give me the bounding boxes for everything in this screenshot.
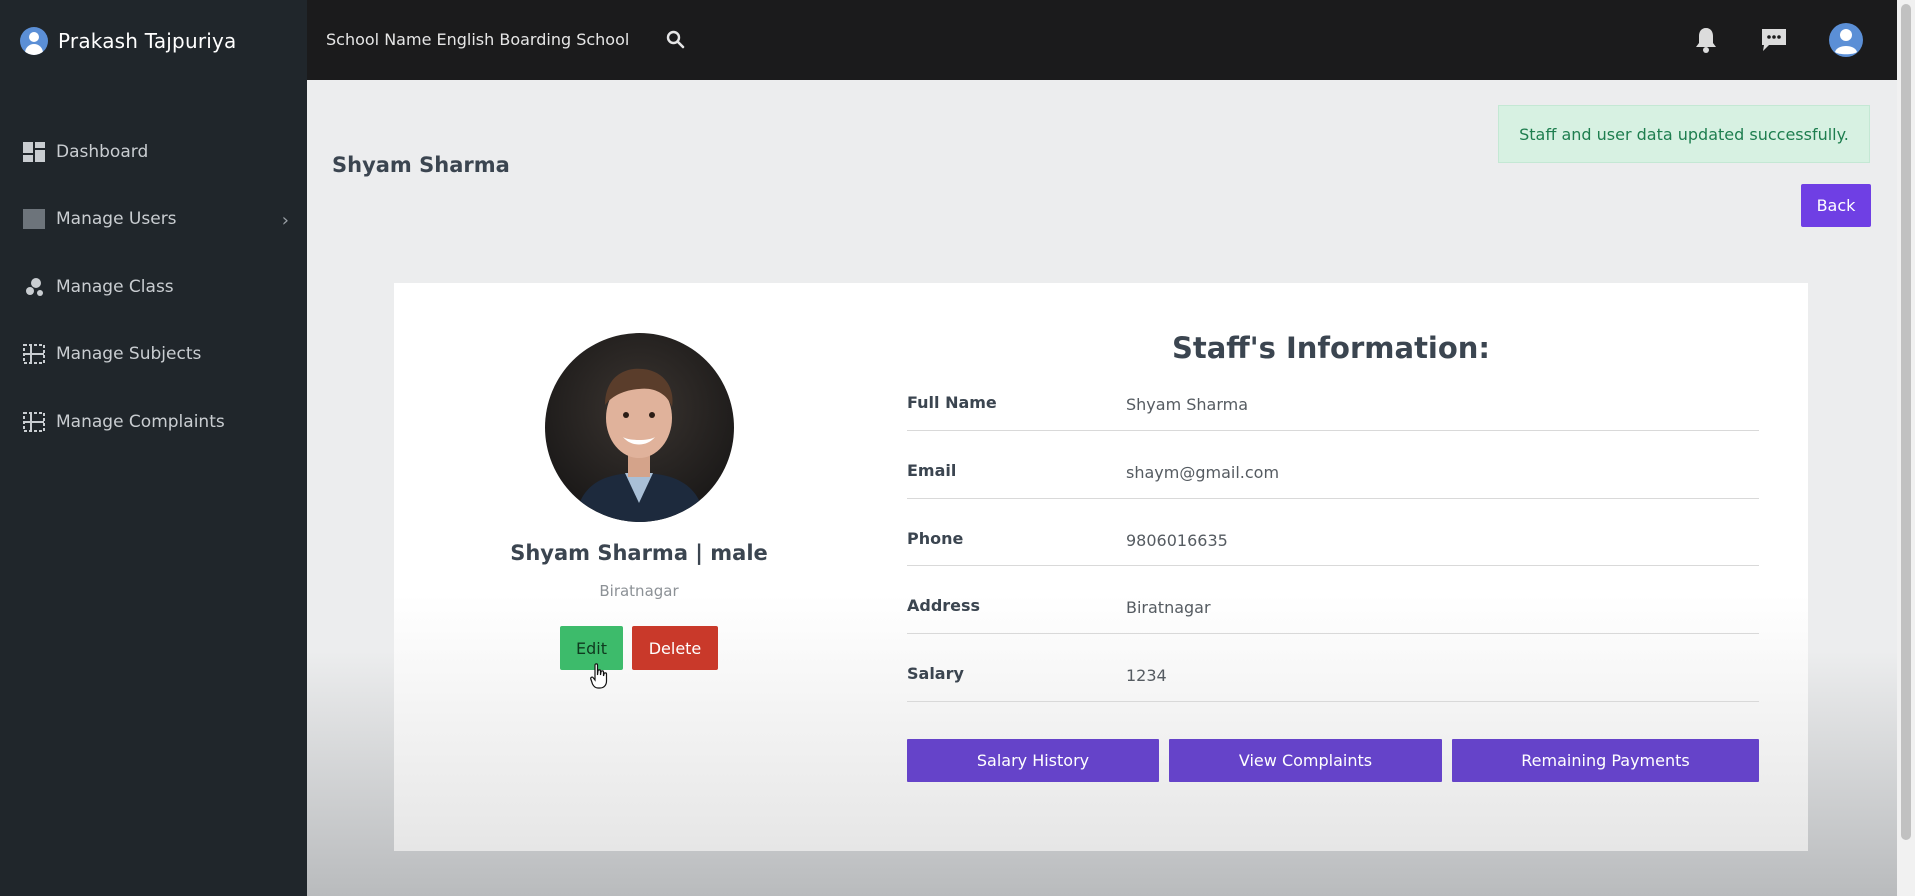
back-button[interactable]: Back	[1801, 184, 1871, 227]
profile-name: Shyam Sharma | male	[510, 541, 768, 565]
profile-location: Biratnagar	[599, 582, 679, 600]
search-icon[interactable]	[664, 28, 688, 52]
dashboard-icon	[22, 141, 46, 163]
message-icon[interactable]	[1758, 24, 1790, 56]
topbar: School Name English Boarding School	[307, 0, 1897, 80]
user-avatar-icon[interactable]	[1828, 22, 1864, 58]
class-icon	[22, 276, 46, 298]
hand-cursor-icon	[590, 663, 608, 689]
sidebar-item-label: Manage Complaints	[56, 411, 225, 432]
chevron-right-icon: ›	[281, 209, 289, 231]
sidebar: Prakash Tajpuriya Dashboard Manage Users…	[0, 0, 307, 896]
info-row-full-name: Full Name Shyam Sharma	[907, 363, 1759, 431]
info-label: Full Name	[907, 393, 997, 412]
staff-card: Shyam Sharma | male Biratnagar Edit Dele…	[394, 283, 1808, 851]
sidebar-item-manage-subjects[interactable]: Manage Subjects	[0, 321, 307, 389]
info-row-address: Address Biratnagar	[907, 566, 1759, 635]
info-row-phone: Phone 9806016635	[907, 499, 1759, 567]
sidebar-item-label: Manage Class	[56, 276, 174, 297]
scrollbar-thumb[interactable]	[1901, 4, 1911, 840]
success-alert: Staff and user data updated successfully…	[1498, 105, 1870, 163]
info-label: Phone	[907, 528, 964, 548]
info-value: Shyam Sharma	[1126, 395, 1249, 414]
info-label: Salary	[907, 664, 964, 684]
users-icon	[22, 208, 46, 230]
info-value: 9806016635	[1126, 530, 1228, 550]
page-scrollbar[interactable]	[1897, 0, 1915, 896]
school-name: School Name English Boarding School	[326, 30, 630, 49]
info-title: Staff's Information:	[1171, 331, 1491, 365]
info-label: Email	[907, 460, 957, 480]
delete-button[interactable]: Delete	[632, 626, 718, 670]
view-complaints-button[interactable]: View Complaints	[1169, 739, 1442, 782]
info-label: Address	[907, 596, 981, 616]
sidebar-user-name: Prakash Tajpuriya	[58, 29, 237, 53]
sidebar-item-manage-users[interactable]: Manage Users ›	[0, 186, 307, 254]
sidebar-item-dashboard[interactable]: Dashboard	[0, 118, 307, 186]
sidebar-item-label: Dashboard	[56, 141, 149, 162]
main-content: Shyam Sharma Staff and user data updated…	[307, 80, 1897, 896]
sidebar-nav: Dashboard Manage Users › Manage Class Ma…	[0, 118, 307, 456]
complaints-icon	[22, 411, 46, 433]
sidebar-item-manage-complaints[interactable]: Manage Complaints	[0, 388, 307, 456]
info-value: 1234	[1126, 666, 1167, 686]
subjects-icon	[22, 343, 46, 365]
bell-icon[interactable]	[1690, 24, 1722, 56]
profile-photo	[545, 333, 734, 522]
page-title: Shyam Sharma	[332, 153, 510, 177]
info-table: Full Name Shyam Sharma Email shaym@gmail…	[907, 363, 1759, 702]
info-value: Biratnagar	[1126, 598, 1211, 618]
sidebar-item-manage-class[interactable]: Manage Class	[0, 253, 307, 321]
sidebar-user[interactable]: Prakash Tajpuriya	[20, 24, 237, 58]
info-row-email: Email shaym@gmail.com	[907, 431, 1759, 499]
info-row-salary: Salary 1234	[907, 634, 1759, 702]
remaining-payments-button[interactable]: Remaining Payments	[1452, 739, 1759, 782]
sidebar-item-label: Manage Subjects	[56, 344, 202, 365]
salary-history-button[interactable]: Salary History	[907, 739, 1159, 782]
user-avatar-icon	[20, 27, 48, 55]
info-value: shaym@gmail.com	[1126, 462, 1280, 482]
sidebar-item-label: Manage Users	[56, 209, 177, 230]
